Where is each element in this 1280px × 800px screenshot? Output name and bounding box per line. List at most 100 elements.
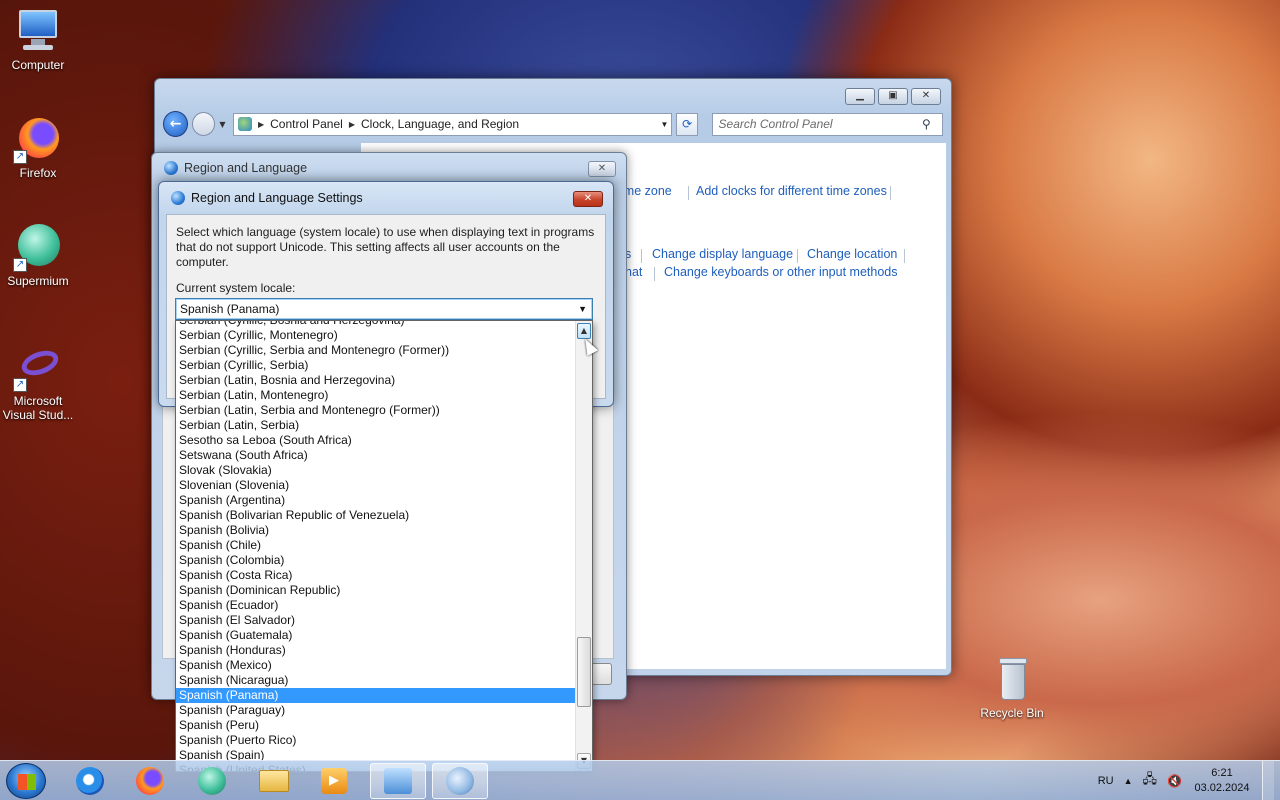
recycle-bin-icon: [989, 656, 1035, 702]
clock-globe-icon: [446, 767, 474, 795]
locale-option[interactable]: Spanish (Panama): [176, 688, 575, 703]
locale-option[interactable]: Spanish (Bolivia): [176, 523, 575, 538]
link-divider: [654, 267, 655, 281]
locale-option[interactable]: Spanish (Honduras): [176, 643, 575, 658]
taskbar-clock[interactable]: 6:21 03.02.2024: [1192, 766, 1252, 796]
locale-option[interactable]: Slovenian (Slovenia): [176, 478, 575, 493]
locale-option[interactable]: Spanish (Mexico): [176, 658, 575, 673]
locale-option[interactable]: Serbian (Latin, Bosnia and Herzegovina): [176, 373, 575, 388]
scrollbar-thumb[interactable]: [577, 637, 591, 707]
address-bar[interactable]: ▶ Control Panel ▶ Clock, Language, and R…: [232, 112, 673, 136]
firefox-icon: ↗: [13, 116, 61, 164]
locale-option[interactable]: Spanish (Ecuador): [176, 598, 575, 613]
network-icon[interactable]: 🖧: [1143, 770, 1158, 792]
taskbar-file-explorer[interactable]: [246, 763, 302, 799]
locale-option[interactable]: Slovak (Slovakia): [176, 463, 575, 478]
locale-option[interactable]: Serbian (Latin, Serbia and Montenegro (F…: [176, 403, 575, 418]
system-locale-select[interactable]: Spanish (Panama) ▼: [175, 298, 593, 320]
locale-option[interactable]: Setswana (South Africa): [176, 448, 575, 463]
refresh-button[interactable]: ⟳: [676, 112, 698, 136]
chevron-down-icon[interactable]: ▼: [578, 299, 587, 319]
forward-button[interactable]: [192, 112, 216, 136]
vertical-scrollbar[interactable]: ▲ ▼: [575, 321, 592, 771]
locale-option[interactable]: Spanish (Puerto Rico): [176, 733, 575, 748]
locale-option[interactable]: Spanish (El Salvador): [176, 613, 575, 628]
show-desktop-button[interactable]: [1262, 761, 1274, 800]
locale-option[interactable]: Spanish (Guatemala): [176, 628, 575, 643]
search-icon[interactable]: ⚲: [922, 117, 942, 131]
locale-option[interactable]: Serbian (Latin, Montenegro): [176, 388, 575, 403]
back-button[interactable]: ←: [163, 111, 189, 137]
locale-option[interactable]: Spanish (Nicaragua): [176, 673, 575, 688]
locale-option[interactable]: Sesotho sa Leboa (South Africa): [176, 433, 575, 448]
globe-icon: [164, 161, 178, 175]
computer-icon: [15, 8, 61, 54]
address-dropdown-icon[interactable]: ▼: [657, 120, 671, 129]
volume-muted-icon[interactable]: 🔇: [1167, 774, 1182, 788]
shortcut-arrow-icon: ↗: [13, 150, 27, 164]
locale-option[interactable]: Spanish (Chile): [176, 538, 575, 553]
search-placeholder: Search Control Panel: [718, 117, 833, 131]
show-hidden-icons-icon[interactable]: ▲: [1124, 776, 1133, 786]
locale-option[interactable]: Spanish (Paraguay): [176, 703, 575, 718]
region-language-titlebar: Region and Language: [164, 161, 307, 175]
start-button[interactable]: [6, 763, 46, 799]
desktop-icon-recycle-bin[interactable]: Recycle Bin: [974, 656, 1050, 720]
desktop-icon-label: Supermium: [7, 274, 69, 288]
locale-dropdown-list: Serbian (Cyrillic, Bosnia and Herzegovin…: [175, 320, 593, 772]
clock-date: 03.02.2024: [1194, 782, 1250, 794]
breadcrumb-clock-language-region[interactable]: Clock, Language, and Region: [361, 117, 519, 131]
link-divider: [904, 249, 905, 263]
taskbar-supermium[interactable]: [184, 763, 240, 799]
globe-icon: [171, 191, 185, 205]
link-change-keyboards[interactable]: Change keyboards or other input methods: [664, 265, 897, 279]
recent-pages-dropdown-icon[interactable]: ▼: [219, 120, 229, 129]
taskbar-firefox[interactable]: [122, 763, 178, 799]
locale-option[interactable]: Serbian (Cyrillic, Montenegro): [176, 328, 575, 343]
locale-option[interactable]: Serbian (Cyrillic, Bosnia and Herzegovin…: [176, 321, 575, 328]
settings-title: Region and Language Settings: [191, 191, 363, 205]
clock-time: 6:21: [1211, 767, 1233, 779]
link-divider: [797, 249, 798, 263]
input-language-indicator[interactable]: RU: [1098, 775, 1114, 787]
locale-option[interactable]: Serbian (Cyrillic, Serbia): [176, 358, 575, 373]
locale-option[interactable]: Serbian (Latin, Serbia): [176, 418, 575, 433]
close-button[interactable]: ✕: [588, 161, 616, 177]
minimize-button[interactable]: ▁: [845, 88, 875, 105]
desktop-icon-label: Recycle Bin: [980, 706, 1044, 720]
close-button[interactable]: ✕: [911, 88, 941, 105]
shortcut-arrow-icon: ↗: [13, 378, 27, 392]
locale-option[interactable]: Spanish (Bolivarian Republic of Venezuel…: [176, 508, 575, 523]
taskbar-control-panel[interactable]: [370, 763, 426, 799]
desktop-icon-label: Computer: [11, 58, 65, 72]
close-button[interactable]: ✕: [573, 191, 603, 207]
link-add-clocks[interactable]: Add clocks for different time zones: [696, 184, 887, 198]
locale-option[interactable]: Spanish (Dominican Republic): [176, 583, 575, 598]
locale-option[interactable]: Spanish (Argentina): [176, 493, 575, 508]
taskbar-media-player[interactable]: ▶: [306, 763, 362, 799]
shortcut-arrow-icon: ↗: [13, 258, 27, 272]
desktop-icon-firefox[interactable]: ↗ Firefox: [0, 116, 76, 180]
taskbar-region-language[interactable]: [432, 763, 488, 799]
folder-icon: [259, 770, 289, 792]
breadcrumb-control-panel[interactable]: Control Panel: [270, 117, 343, 131]
taskbar-internet-explorer[interactable]: [62, 763, 118, 799]
link-divider: [688, 186, 689, 200]
link-partial-hat[interactable]: hat: [625, 265, 642, 279]
link-change-display-language[interactable]: Change display language: [652, 247, 793, 261]
desktop-icon-computer[interactable]: Computer: [0, 8, 76, 72]
search-input[interactable]: Search Control Panel ⚲: [711, 112, 944, 136]
region-language-title: Region and Language: [184, 161, 308, 175]
locale-option[interactable]: Spanish (Peru): [176, 718, 575, 733]
desktop-icon-visual-studio[interactable]: ↗ Microsoft Visual Stud...: [0, 344, 76, 422]
link-change-time-zone[interactable]: ime zone: [621, 184, 672, 198]
locale-option[interactable]: Serbian (Cyrillic, Serbia and Montenegro…: [176, 343, 575, 358]
navigation-bar: ← ▼ ▶ Control Panel ▶ Clock, Language, a…: [163, 111, 944, 137]
locale-option[interactable]: Spanish (Colombia): [176, 553, 575, 568]
locale-option[interactable]: Spanish (Costa Rica): [176, 568, 575, 583]
desktop-icon-supermium[interactable]: ↗ Supermium: [0, 224, 76, 288]
link-change-location[interactable]: Change location: [807, 247, 897, 261]
locale-options: Serbian (Cyrillic, Bosnia and Herzegovin…: [176, 321, 575, 771]
firefox-icon: [136, 767, 164, 795]
maximize-button[interactable]: ▣: [878, 88, 908, 105]
